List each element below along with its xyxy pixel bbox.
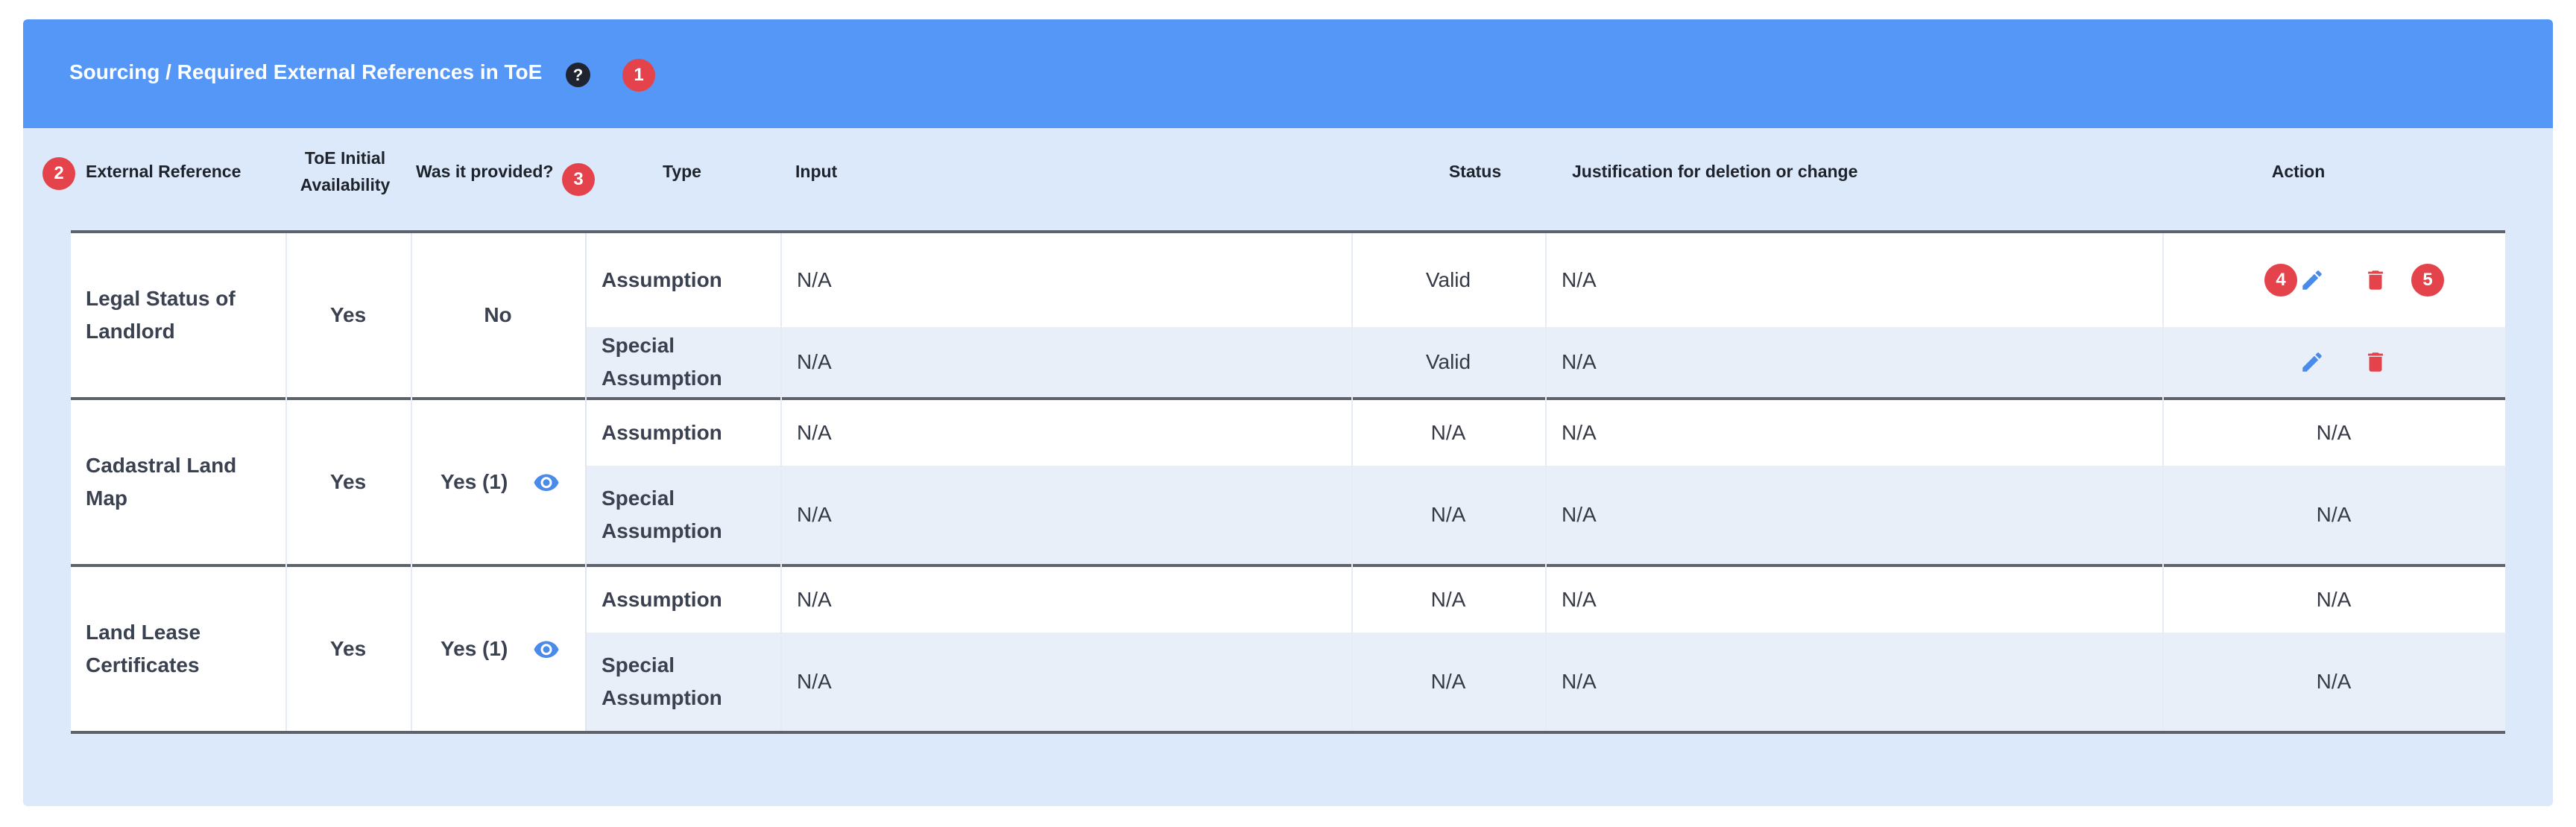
provided-cell: Yes (1) — [441, 400, 585, 564]
pencil-icon[interactable] — [2299, 349, 2325, 375]
status-value: N/A — [1430, 421, 1466, 444]
type-line2: Assumption — [602, 519, 722, 542]
references-table: Legal Status of Landlord Yes No Assumpti… — [71, 230, 2505, 784]
panel-title: Sourcing / Required External References … — [69, 60, 543, 83]
input-value: N/A — [797, 503, 832, 526]
type-value: Assumption — [602, 588, 722, 611]
col-input: Input — [795, 162, 838, 181]
external-reference-line1: Legal Status of — [86, 287, 236, 310]
type-line1: Special — [602, 334, 675, 357]
input-value: N/A — [797, 670, 832, 693]
external-reference-line2: Certificates — [86, 653, 200, 677]
col-toe-initial-availability: ToE Initial Availability — [271, 139, 420, 204]
action-value: N/A — [2316, 421, 2352, 444]
badge-2: 2 — [42, 157, 75, 190]
provided-cell: Yes (1) — [441, 567, 585, 731]
panel-header: Sourcing / Required External References … — [23, 19, 2553, 128]
external-reference-line1: Land Lease — [86, 621, 201, 644]
type-value: Special Assumption — [602, 633, 780, 731]
type-value: Special Assumption — [602, 327, 780, 397]
external-reference-line2: Map — [86, 487, 127, 510]
col-was-it-provided: Was it provided? — [416, 162, 554, 181]
availability-value: Yes — [329, 637, 367, 660]
badge-4: 4 — [2264, 264, 2297, 297]
status-value: N/A — [1430, 588, 1466, 611]
action-value: N/A — [2316, 588, 2352, 611]
justification-value: N/A — [1562, 421, 1597, 444]
status-value: N/A — [1430, 503, 1466, 526]
external-reference-name: Cadastral Land Map — [86, 400, 285, 564]
type-line2: Assumption — [602, 686, 722, 709]
col-external-reference: External Reference — [86, 162, 242, 181]
justification-value: N/A — [1562, 670, 1597, 693]
input-value: N/A — [797, 421, 832, 444]
column-separator — [780, 233, 782, 731]
type-value: Assumption — [602, 421, 722, 444]
column-separator — [585, 233, 587, 731]
justification-value: N/A — [1562, 268, 1597, 291]
type-line1: Special — [602, 487, 675, 510]
external-reference-line1: Cadastral Land — [86, 454, 237, 477]
external-references-panel: Sourcing / Required External References … — [23, 19, 2553, 806]
col-type: Type — [663, 162, 701, 181]
group-divider — [71, 731, 2505, 734]
col-action: Action — [2271, 162, 2326, 181]
col-toe-initial-availability-line2: Availability — [300, 175, 391, 194]
external-reference-line2: Landlord — [86, 320, 175, 343]
input-value: N/A — [797, 350, 832, 373]
badge-5: 5 — [2411, 264, 2444, 297]
justification-value: N/A — [1562, 588, 1597, 611]
type-line2: Assumption — [602, 367, 722, 390]
trash-icon[interactable] — [2363, 349, 2388, 375]
badge-1: 1 — [622, 59, 655, 92]
provided-value: Yes (1) — [441, 470, 508, 493]
type-value: Special Assumption — [602, 466, 780, 564]
col-justification: Justification for deletion or change — [1572, 162, 1858, 181]
eye-icon[interactable] — [533, 473, 560, 491]
justification-value: N/A — [1562, 503, 1597, 526]
input-value: N/A — [797, 588, 832, 611]
col-toe-initial-availability-line1: ToE Initial — [304, 148, 386, 168]
status-value: Valid — [1425, 268, 1471, 291]
column-separator — [1545, 233, 1547, 731]
trash-icon[interactable] — [2363, 267, 2388, 293]
action-value: N/A — [2316, 503, 2352, 526]
external-reference-name: Legal Status of Landlord — [86, 233, 285, 397]
justification-value: N/A — [1562, 350, 1597, 373]
provided-value: Yes (1) — [441, 637, 508, 660]
help-icon[interactable]: ? — [566, 63, 590, 87]
external-reference-name: Land Lease Certificates — [86, 567, 285, 731]
col-status: Status — [1448, 162, 1502, 181]
eye-icon[interactable] — [533, 640, 560, 658]
availability-value: Yes — [329, 470, 367, 493]
status-value: Valid — [1425, 350, 1471, 373]
status-value: N/A — [1430, 670, 1466, 693]
pencil-icon[interactable] — [2299, 267, 2325, 293]
type-value: Assumption — [602, 268, 722, 291]
action-value: N/A — [2316, 670, 2352, 693]
type-line1: Special — [602, 653, 675, 677]
input-value: N/A — [797, 268, 832, 291]
provided-value: No — [484, 303, 512, 326]
availability-value: Yes — [329, 303, 367, 326]
